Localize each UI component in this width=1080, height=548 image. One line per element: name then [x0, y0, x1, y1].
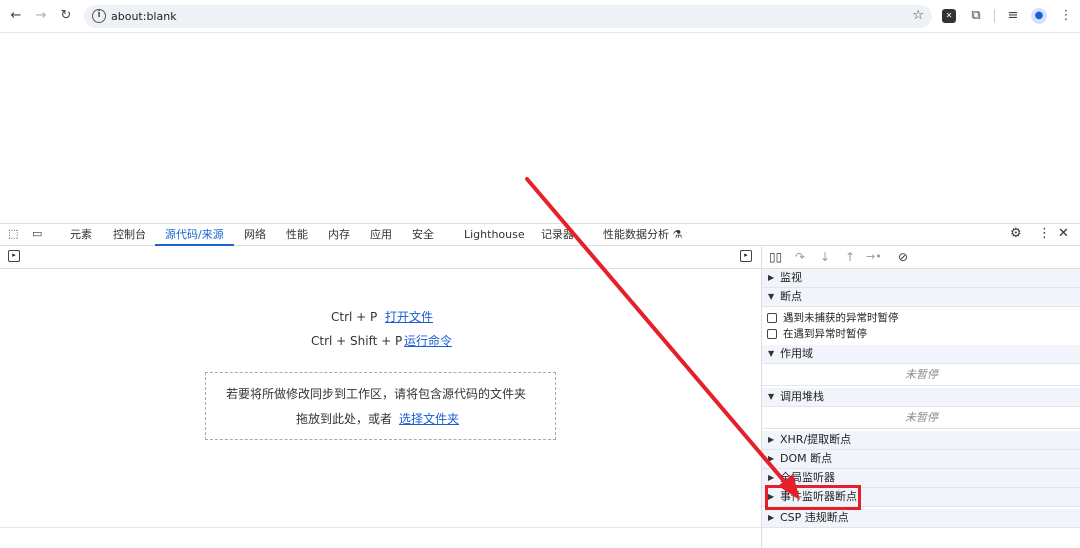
tab-sources[interactable]: 源代码/来源	[165, 228, 224, 242]
section-label: 监视	[780, 271, 802, 284]
extension-icon[interactable]: ✕	[942, 9, 956, 23]
pause-caught-row[interactable]: 在遇到异常时暂停	[762, 326, 1080, 342]
section-label: 调用堆栈	[780, 390, 824, 403]
step-icon[interactable]: →•	[866, 250, 882, 263]
pause-uncaught-checkbox[interactable]	[767, 313, 777, 323]
section-scope[interactable]: ▼ 作用域	[762, 345, 1080, 364]
run-command-shortcut: Ctrl + Shift + P	[311, 334, 403, 348]
debugger-toolbar: ▯▯ ↷ ↓ ↑ →• ⊘	[762, 247, 1080, 269]
toggle-debugger-icon[interactable]: ▸	[740, 250, 752, 262]
puzzle-icon[interactable]: ⧉	[968, 8, 984, 24]
section-label: CSP 违规断点	[780, 511, 849, 524]
expanded-arrow-icon: ▼	[768, 292, 775, 301]
expanded-arrow-icon: ▼	[768, 349, 775, 358]
expanded-arrow-icon: ▼	[768, 392, 775, 401]
reload-icon[interactable]: ↻	[58, 8, 74, 24]
profile-icon[interactable]: ●	[1031, 8, 1047, 24]
back-icon[interactable]: ←	[8, 8, 24, 24]
tab-console[interactable]: 控制台	[113, 228, 146, 242]
not-paused-text: 未暂停	[905, 368, 938, 381]
section-label: XHR/提取断点	[780, 433, 852, 446]
pause-uncaught-row[interactable]: 遇到未捕获的异常时暂停	[762, 310, 1080, 326]
toolbar-divider	[994, 9, 995, 23]
sources-toolbar: ▸ ▸	[0, 247, 761, 269]
section-label: DOM 断点	[780, 452, 833, 465]
tab-lighthouse[interactable]: Lighthouse	[464, 228, 525, 242]
section-label: 全局监听器	[780, 471, 835, 484]
tab-security[interactable]: 安全	[412, 228, 434, 242]
tab-application[interactable]: 应用	[370, 228, 392, 242]
bottom-divider	[0, 527, 761, 528]
tab-memory[interactable]: 内存	[328, 228, 350, 242]
section-label: 作用域	[780, 347, 813, 360]
section-csp-breakpoints[interactable]: ▶ CSP 违规断点	[762, 509, 1080, 528]
annotation-highlight-box	[765, 485, 861, 510]
device-toolbar-icon[interactable]: ▭	[32, 227, 42, 241]
active-tab-indicator	[155, 244, 234, 246]
workspace-hint-line1: 若要将所做修改同步到工作区，请将包含源代码的文件夹	[226, 387, 527, 401]
pause-icon[interactable]: ▯▯	[769, 250, 782, 264]
open-file-shortcut: Ctrl + P	[331, 310, 378, 324]
call-stack-status: 未暂停	[762, 407, 1080, 429]
scope-status: 未暂停	[762, 364, 1080, 386]
collapsed-arrow-icon: ▶	[768, 273, 775, 282]
collapsed-arrow-icon: ▶	[768, 454, 775, 463]
step-over-icon[interactable]: ↷	[795, 250, 805, 264]
toggle-navigator-icon[interactable]: ▸	[8, 250, 20, 262]
collapsed-arrow-icon: ▶	[768, 513, 775, 522]
step-into-icon[interactable]: ↓	[820, 250, 830, 264]
open-file-link[interactable]: 打开文件	[385, 309, 433, 325]
collapsed-arrow-icon: ▶	[768, 435, 775, 444]
checkbox-label: 遇到未捕获的异常时暂停	[783, 312, 899, 324]
run-command-link[interactable]: 运行命令	[404, 333, 452, 349]
bookmark-star-icon[interactable]: ☆	[912, 8, 924, 23]
more-menu-icon[interactable]: ⋮	[1038, 227, 1051, 241]
section-watch[interactable]: ▶ 监视	[762, 269, 1080, 288]
inspect-element-icon[interactable]: ⬚	[8, 227, 18, 241]
address-bar[interactable]: i about:blank ☆	[84, 5, 932, 28]
tab-performance-insights[interactable]: 性能数据分析 ⚗	[603, 228, 682, 242]
settings-gear-icon[interactable]: ⚙	[1010, 227, 1022, 241]
select-folder-link[interactable]: 选择文件夹	[399, 411, 459, 427]
pause-caught-checkbox[interactable]	[767, 329, 777, 339]
tab-elements[interactable]: 元素	[70, 228, 92, 242]
deactivate-breakpoints-icon[interactable]: ⊘	[898, 250, 908, 264]
section-call-stack[interactable]: ▼ 调用堆栈	[762, 388, 1080, 407]
collapsed-arrow-icon: ▶	[768, 473, 775, 482]
info-icon[interactable]: i	[92, 9, 106, 23]
tab-network[interactable]: 网络	[244, 228, 266, 242]
section-dom-breakpoints[interactable]: ▶ DOM 断点	[762, 450, 1080, 469]
section-breakpoints[interactable]: ▼ 断点	[762, 288, 1080, 307]
checkbox-label: 在遇到异常时暂停	[783, 328, 867, 340]
step-out-icon[interactable]: ↑	[845, 250, 855, 264]
not-paused-text: 未暂停	[905, 411, 938, 424]
close-devtools-icon[interactable]: ✕	[1058, 227, 1069, 241]
workspace-hint-line2: 拖放到此处，或者	[296, 412, 393, 426]
devtools-tab-bar: ⬚ ▭ 元素 控制台 源代码/来源 网络 性能 内存 应用 安全 Lightho…	[0, 223, 1080, 246]
forward-icon[interactable]: →	[33, 8, 49, 24]
tab-recorder[interactable]: 记录器	[541, 228, 574, 242]
workspace-drop-zone[interactable]	[205, 372, 556, 440]
media-icon[interactable]: ≡	[1005, 8, 1021, 24]
section-xhr-breakpoints[interactable]: ▶ XHR/提取断点	[762, 431, 1080, 450]
tab-performance[interactable]: 性能	[286, 228, 308, 242]
url-text[interactable]: about:blank	[111, 9, 177, 24]
menu-icon[interactable]: ⋮	[1058, 8, 1074, 24]
browser-toolbar: ← → ↻ i about:blank ☆ ✕ ⧉ ≡ ● ⋮	[0, 0, 1080, 33]
section-label: 断点	[780, 290, 802, 303]
